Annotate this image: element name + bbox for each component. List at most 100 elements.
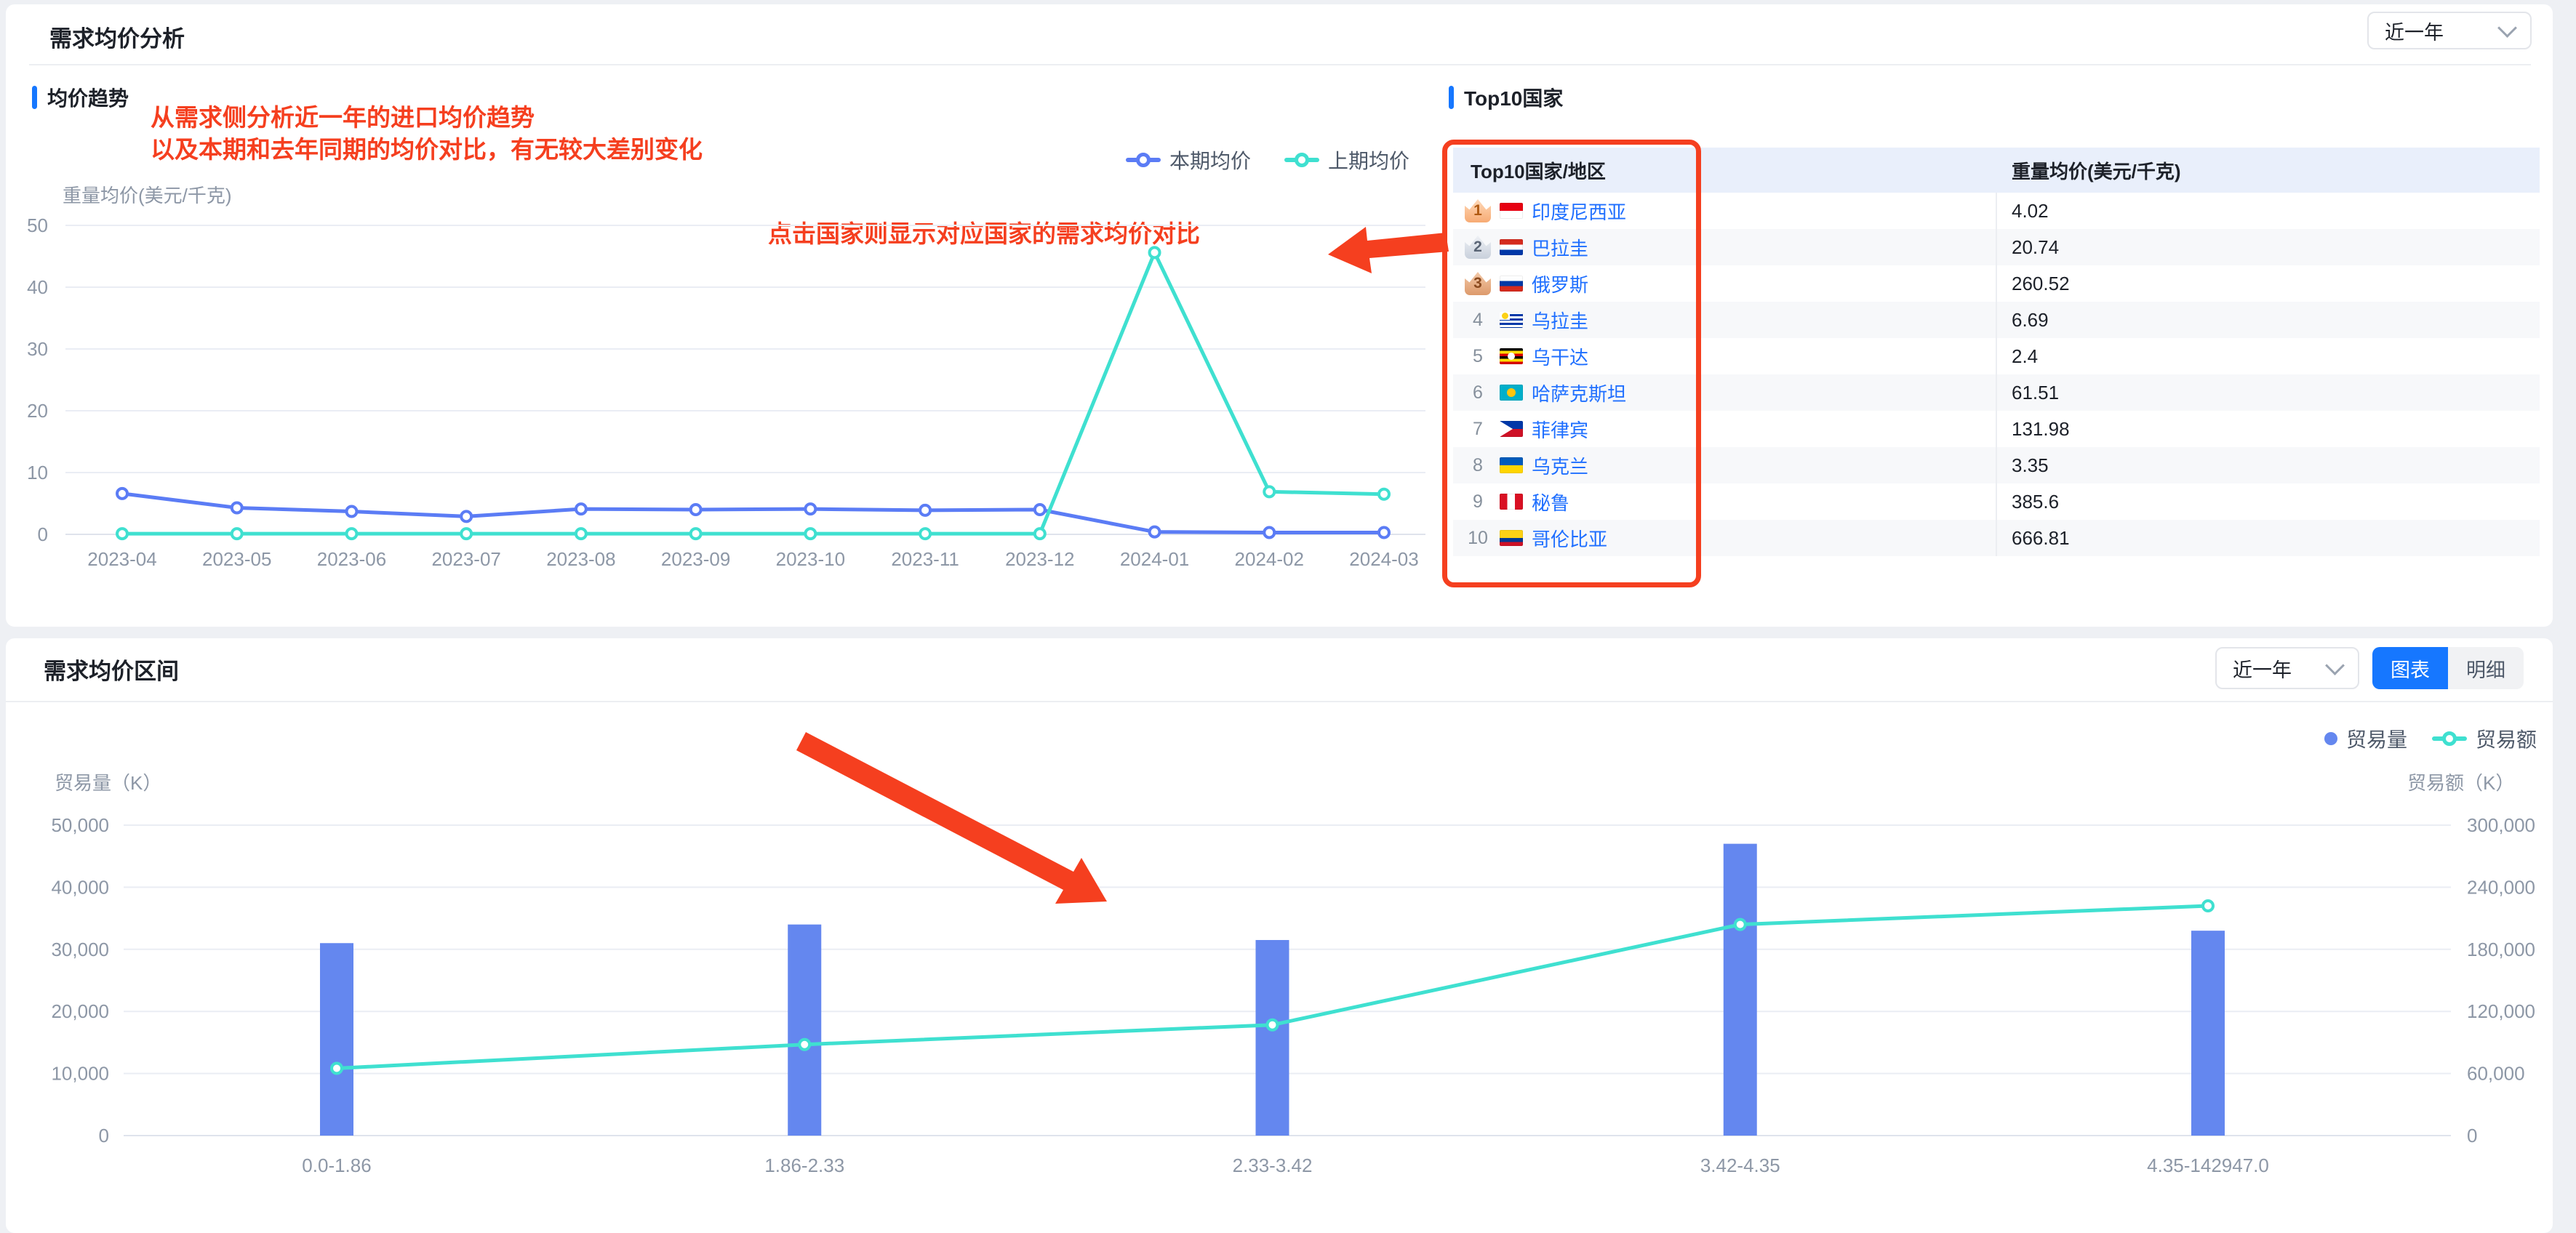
data-point-marker: [1148, 246, 1161, 260]
x-tick-label: 2023-11: [891, 548, 959, 570]
avg-price-value: 3.35: [2012, 454, 2049, 476]
right-y-tick-label: 180,000: [2467, 939, 2535, 960]
avg-price-value: 260.52: [2012, 272, 2070, 294]
country-cell: 9 秘鲁: [1453, 483, 1997, 520]
flag-icon-paraguay: [1500, 239, 1523, 255]
country-link[interactable]: 印度尼西亚: [1532, 198, 1626, 225]
data-point-marker: [1148, 525, 1161, 539]
flag-icon-ukraine: [1500, 457, 1523, 473]
y-tick-label: 20: [27, 400, 48, 422]
rank-medal-icon: 3: [1465, 272, 1491, 295]
rank-medal-icon: 1: [1465, 199, 1491, 222]
country-link[interactable]: 俄罗斯: [1532, 270, 1588, 297]
rank-number: 8: [1473, 454, 1483, 475]
y-tick-label: 0: [38, 523, 48, 545]
country-link[interactable]: 哥伦比亚: [1532, 525, 1607, 552]
legend-line-marker: [1284, 158, 1320, 162]
x-tick-label: 4.35-142947.0: [2147, 1154, 2269, 1176]
x-tick-label: 2024-01: [1120, 548, 1189, 570]
col-country-header: Top10国家/地区: [1471, 160, 1606, 182]
table-row[interactable]: 7 菲律宾 131.98: [1453, 411, 2540, 447]
trend-chart[interactable]: 0 10 20 30 40 50 重量均价(美元/千克) 2023-04 2023-05 2023…: [0, 182, 1440, 582]
legend-item[interactable]: 贸易量: [2324, 724, 2407, 753]
table-row[interactable]: 5 乌干达 2.4: [1453, 338, 2540, 374]
detail-view-button[interactable]: 明细: [2448, 647, 2524, 689]
table-row[interactable]: 9 秘鲁 385.6: [1453, 483, 2540, 520]
country-link[interactable]: 秘鲁: [1532, 489, 1569, 515]
legend-item[interactable]: 贸易额: [2432, 724, 2537, 753]
table-row[interactable]: 2 巴拉圭 20.74: [1453, 229, 2540, 265]
x-tick-label: 2023-08: [546, 548, 615, 570]
table-row[interactable]: 3 俄罗斯 260.52: [1453, 265, 2540, 302]
y-tick-label: 30: [27, 338, 48, 360]
x-tick-label: 1.86-2.33: [764, 1154, 844, 1176]
legend-line-marker: [1126, 158, 1161, 162]
rank-number: 10: [1468, 527, 1488, 548]
x-tick-label: 2023-07: [431, 548, 500, 570]
y-tick-label: 10: [27, 462, 48, 483]
section-trend: 均价趋势: [32, 83, 129, 112]
data-point-marker: [574, 527, 588, 541]
flag-icon-colombia: [1500, 530, 1523, 546]
top10-table: Top10国家/地区 重量均价(美元/千克) 1 印度尼西亚 4.02 2 巴拉圭 20.…: [1453, 148, 2540, 556]
x-tick-label: 2023-09: [661, 548, 730, 570]
x-tick-label: 2023-12: [1005, 548, 1074, 570]
country-link[interactable]: 菲律宾: [1532, 416, 1588, 443]
period-select[interactable]: 近一年: [2367, 12, 2532, 49]
country-link[interactable]: 巴拉圭: [1532, 234, 1588, 261]
flag-icon-indonesia: [1500, 203, 1523, 219]
left-y-tick-label: 30,000: [51, 939, 109, 960]
range-period-select[interactable]: 近一年: [2215, 647, 2359, 689]
section-top10: Top10国家: [1449, 83, 1563, 112]
rank-number: 6: [1473, 382, 1483, 403]
rank-number: 9: [1473, 491, 1483, 512]
legend-item[interactable]: 本期均价: [1126, 145, 1251, 174]
y-tick-label: 50: [27, 214, 48, 236]
avg-price-value: 20.74: [2012, 236, 2060, 258]
table-row[interactable]: 10 哥伦比亚 666.81: [1453, 520, 2540, 556]
legend-label: 本期均价: [1169, 150, 1252, 172]
country-cell: 7 菲律宾: [1453, 411, 1997, 447]
x-tick-label: 2023-04: [87, 548, 156, 570]
accent-bar: [32, 86, 37, 109]
chart-view-button[interactable]: 图表: [2372, 647, 2448, 689]
data-point-marker: [1263, 526, 1276, 539]
data-point-marker: [919, 527, 932, 541]
left-y-tick-label: 20,000: [51, 1000, 109, 1022]
avg-price-value: 61.51: [2012, 381, 2060, 403]
country-link[interactable]: 乌克兰: [1532, 452, 1588, 479]
country-link[interactable]: 哈萨克斯坦: [1532, 379, 1626, 406]
rank-medal-icon: 2: [1465, 236, 1491, 259]
left-y-tick-label: 10,000: [51, 1063, 109, 1085]
table-row[interactable]: 6 哈萨克斯坦 61.51: [1453, 374, 2540, 411]
card-title: 需求均价分析: [49, 26, 185, 52]
country-link[interactable]: 乌干达: [1532, 343, 1588, 370]
table-row[interactable]: 4 乌拉圭 6.69: [1453, 302, 2540, 338]
period-select-value: 近一年: [2385, 21, 2444, 44]
range-chart[interactable]: 0 0 10,000 60,000 20,000 120,000 30,000 180,000…: [0, 771, 2576, 1207]
data-point-marker: [330, 1061, 343, 1075]
chevron-down-icon: [2325, 655, 2345, 675]
legend-marker: [2432, 736, 2468, 741]
series-line: [121, 491, 1384, 534]
right-y-tick-label: 300,000: [2467, 814, 2535, 836]
data-point-marker: [804, 527, 817, 541]
data-point-marker: [230, 527, 244, 541]
data-point-marker: [460, 527, 473, 541]
legend-item[interactable]: 上期均价: [1284, 145, 1409, 174]
x-tick-label: 0.0-1.86: [302, 1154, 371, 1176]
country-cell: 3 俄罗斯: [1453, 265, 1997, 302]
x-tick-label: 3.42-4.35: [1700, 1154, 1780, 1176]
chevron-down-icon: [2497, 17, 2517, 38]
data-point-marker: [804, 502, 817, 516]
x-tick-label: 2024-03: [1349, 548, 1418, 570]
avg-price-value: 2.4: [2012, 345, 2039, 367]
data-point-marker: [1033, 503, 1047, 516]
y-tick-label: 40: [27, 276, 48, 298]
data-point-marker: [919, 503, 932, 517]
data-point-marker: [574, 502, 588, 516]
range-legend: 贸易量 贸易额: [2324, 724, 2537, 753]
table-row[interactable]: 1 印度尼西亚 4.02: [1453, 193, 2540, 229]
country-link[interactable]: 乌拉圭: [1532, 307, 1588, 334]
table-row[interactable]: 8 乌克兰 3.35: [1453, 447, 2540, 483]
